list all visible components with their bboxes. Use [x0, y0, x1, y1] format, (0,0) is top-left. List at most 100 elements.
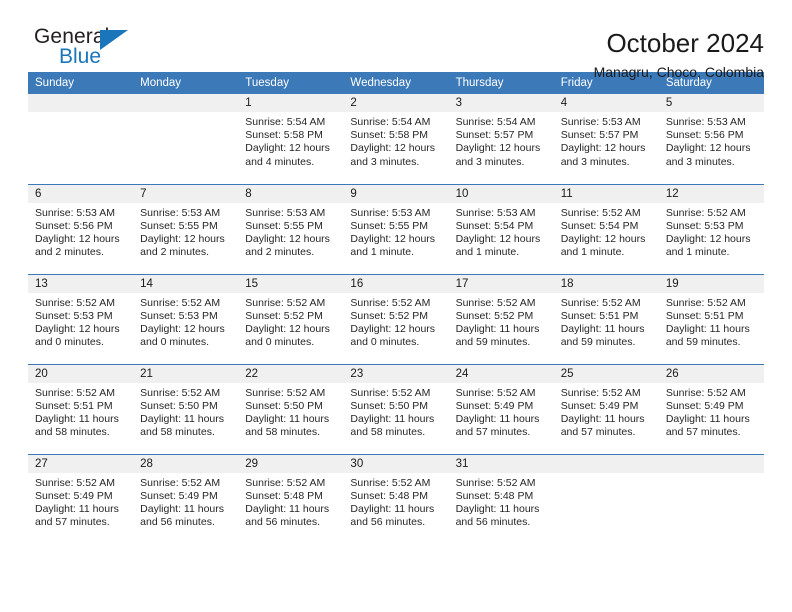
sunrise-time: Sunrise: 5:52 AM — [665, 296, 746, 309]
calendar-day-cell[interactable]: 16 Sunrise: 5:52 AM Sunset: 5:52 PM Dayligh… — [343, 273, 449, 364]
calendar-day-cell[interactable]: 3 Sunrise: 5:54 AM Sunset: 5:57 PM Daylight… — [448, 94, 554, 184]
daylight-duration-line1: Daylight: 11 hours — [560, 412, 645, 425]
calendar-day-cell[interactable]: 24 Sunrise: 5:52 AM Sunset: 5:49 PM Dayligh… — [448, 363, 554, 454]
daylight-duration-line2: and 58 minutes. — [245, 426, 320, 439]
daylight-duration-line2: and 57 minutes. — [35, 516, 110, 529]
calendar-day-cell[interactable]: 25 Sunrise: 5:52 AM Sunset: 5:49 PM Dayligh… — [553, 363, 659, 454]
day-number: 3 — [448, 94, 554, 112]
page-title: October 2024 — [606, 28, 764, 58]
day-cell-inner: 30 Sunrise: 5:52 AM Sunset: 5:48 PM Dayligh… — [343, 454, 449, 545]
title-block: October 2024 Managru, Choco, Colombia — [594, 26, 764, 82]
sunrise-time: Sunrise: 5:52 AM — [560, 206, 641, 219]
sunset-time: Sunset: 5:50 PM — [140, 399, 218, 412]
daylight-duration-line2: and 0 minutes. — [245, 336, 315, 349]
calendar-day-cell[interactable]: 19 Sunrise: 5:52 AM Sunset: 5:51 PM Dayligh… — [658, 273, 764, 364]
calendar-day-cell[interactable]: 7 Sunrise: 5:53 AM Sunset: 5:55 PM Daylight… — [133, 183, 239, 274]
calendar-day-cell[interactable]: 26 Sunrise: 5:52 AM Sunset: 5:49 PM Dayligh… — [658, 363, 764, 454]
daylight-duration-line1: Daylight: 12 hours — [455, 232, 541, 245]
day-number: 6 — [28, 184, 134, 203]
day-number: 24 — [448, 364, 554, 383]
sunrise-time: Sunrise: 5:53 AM — [35, 206, 115, 219]
calendar-day-cell[interactable]: 12 Sunrise: 5:52 AM Sunset: 5:53 PM Dayligh… — [658, 183, 764, 274]
day-cell-inner: 5 Sunrise: 5:53 AM Sunset: 5:56 PM Daylight… — [658, 94, 764, 184]
day-number: 30 — [343, 454, 449, 473]
daylight-duration-line2: and 3 minutes. — [455, 155, 525, 168]
day-number: 25 — [553, 364, 659, 383]
day-cell-inner: 22 Sunrise: 5:52 AM Sunset: 5:50 PM Dayligh… — [238, 364, 344, 454]
sunrise-time: Sunrise: 5:54 AM — [350, 116, 431, 128]
sunrise-time: Sunrise: 5:52 AM — [455, 386, 536, 399]
sunset-time: Sunset: 5:49 PM — [665, 399, 744, 412]
day-sun-info — [554, 473, 659, 477]
day-sun-info — [659, 473, 764, 477]
calendar-day-cell[interactable]: 17 Sunrise: 5:52 AM Sunset: 5:52 PM Dayligh… — [448, 273, 554, 364]
calendar-day-cell[interactable]: 27 Sunrise: 5:52 AM Sunset: 5:49 PM Dayligh… — [28, 453, 134, 544]
sunrise-time: Sunrise: 5:52 AM — [140, 476, 221, 489]
daylight-duration-line1: Daylight: 12 hours — [35, 322, 120, 335]
daylight-duration-line2: and 57 minutes. — [665, 426, 741, 439]
sunset-time: Sunset: 5:51 PM — [35, 399, 113, 412]
calendar-day-cell[interactable]: 1 Sunrise: 5:54 AM Sunset: 5:58 PM Daylight… — [238, 94, 344, 184]
sunset-time: Sunset: 5:48 PM — [350, 489, 429, 502]
calendar-day-cell[interactable]: 9 Sunrise: 5:53 AM Sunset: 5:55 PM Daylight… — [343, 183, 449, 274]
calendar-day-cell[interactable]: 6 Sunrise: 5:53 AM Sunset: 5:56 PM Daylight… — [28, 183, 134, 274]
weekday-header-sunday: Sunday — [28, 72, 134, 94]
day-cell-inner: 29 Sunrise: 5:52 AM Sunset: 5:48 PM Dayligh… — [238, 454, 344, 545]
day-number — [133, 94, 239, 112]
day-number: 27 — [28, 454, 134, 473]
calendar-day-cell[interactable]: 10 Sunrise: 5:53 AM Sunset: 5:54 PM Dayligh… — [448, 183, 554, 274]
weekday-header-monday: Monday — [133, 72, 239, 94]
daylight-duration-line1: Daylight: 12 hours — [560, 142, 646, 155]
calendar-day-cell[interactable]: 2 Sunrise: 5:54 AM Sunset: 5:58 PM Daylight… — [343, 94, 449, 184]
calendar-day-cell[interactable]: 29 Sunrise: 5:52 AM Sunset: 5:48 PM Dayligh… — [238, 453, 344, 545]
sunrise-time: Sunrise: 5:52 AM — [455, 296, 536, 309]
calendar-day-cell[interactable]: 13 Sunrise: 5:52 AM Sunset: 5:53 PM Dayligh… — [28, 273, 134, 364]
sunset-time: Sunset: 5:49 PM — [35, 489, 113, 502]
day-number: 4 — [553, 94, 659, 112]
calendar-day-cell[interactable]: 23 Sunrise: 5:52 AM Sunset: 5:50 PM Dayligh… — [343, 363, 449, 454]
sunset-time: Sunset: 5:57 PM — [455, 129, 534, 142]
calendar-day-cell[interactable]: 11 Sunrise: 5:52 AM Sunset: 5:54 PM Dayligh… — [553, 183, 659, 274]
day-cell-inner: 12 Sunrise: 5:52 AM Sunset: 5:53 PM Dayligh… — [658, 184, 764, 274]
day-number: 16 — [343, 274, 449, 293]
daylight-duration-line1: Daylight: 11 hours — [35, 412, 119, 425]
calendar-day-cell[interactable]: 22 Sunrise: 5:52 AM Sunset: 5:50 PM Dayligh… — [238, 363, 344, 454]
daylight-duration-line1: Daylight: 12 hours — [245, 322, 330, 335]
day-cell-inner: 10 Sunrise: 5:53 AM Sunset: 5:54 PM Dayligh… — [448, 184, 554, 274]
day-number: 22 — [238, 364, 344, 383]
day-cell-inner: 17 Sunrise: 5:52 AM Sunset: 5:52 PM Dayligh… — [448, 274, 554, 364]
day-cell-inner: 31 Sunrise: 5:52 AM Sunset: 5:48 PM Dayligh… — [448, 454, 554, 545]
sunrise-time: Sunrise: 5:54 AM — [455, 116, 536, 128]
general-blue-logo[interactable]: General Blue — [28, 26, 158, 72]
day-cell-inner: 9 Sunrise: 5:53 AM Sunset: 5:55 PM Daylight… — [343, 184, 449, 274]
calendar-day-cell[interactable]: 15 Sunrise: 5:52 AM Sunset: 5:52 PM Dayligh… — [238, 273, 344, 364]
daylight-duration-line1: Daylight: 12 hours — [245, 232, 330, 245]
sunset-time: Sunset: 5:53 PM — [35, 309, 113, 322]
sunset-time: Sunset: 5:48 PM — [245, 489, 323, 502]
day-number: 23 — [343, 364, 449, 383]
day-sun-info: Sunrise: 5:53 AM Sunset: 5:57 PM Daylight:… — [554, 112, 659, 169]
sunrise-time: Sunrise: 5:52 AM — [350, 386, 431, 399]
calendar-day-cell[interactable]: 5 Sunrise: 5:53 AM Sunset: 5:56 PM Daylight… — [658, 94, 764, 184]
calendar-day-cell[interactable]: 18 Sunrise: 5:52 AM Sunset: 5:51 PM Dayligh… — [553, 273, 659, 364]
day-sun-info: Sunrise: 5:52 AM Sunset: 5:52 PM Daylight:… — [449, 293, 554, 350]
daylight-duration-line2: and 58 minutes. — [140, 426, 215, 439]
calendar-day-cell[interactable]: 28 Sunrise: 5:52 AM Sunset: 5:49 PM Dayligh… — [133, 453, 239, 544]
day-cell-inner: 19 Sunrise: 5:52 AM Sunset: 5:51 PM Dayligh… — [658, 274, 764, 364]
calendar-day-cell[interactable]: 20 Sunrise: 5:52 AM Sunset: 5:51 PM Dayligh… — [28, 363, 134, 454]
day-sun-info: Sunrise: 5:52 AM Sunset: 5:51 PM Daylight:… — [28, 383, 133, 440]
day-cell-inner: 21 Sunrise: 5:52 AM Sunset: 5:50 PM Dayligh… — [133, 364, 239, 454]
sunrise-time: Sunrise: 5:52 AM — [560, 386, 641, 399]
calendar-day-cell[interactable]: 4 Sunrise: 5:53 AM Sunset: 5:57 PM Daylight… — [553, 94, 659, 184]
calendar-day-cell[interactable]: 8 Sunrise: 5:53 AM Sunset: 5:55 PM Daylight… — [238, 183, 344, 274]
calendar-day-cell[interactable]: 14 Sunrise: 5:52 AM Sunset: 5:53 PM Dayligh… — [133, 273, 239, 364]
daylight-duration-line1: Daylight: 12 hours — [455, 142, 541, 155]
triangle-icon — [100, 30, 128, 50]
calendar-day-cell[interactable]: 21 Sunrise: 5:52 AM Sunset: 5:50 PM Dayligh… — [133, 363, 239, 454]
calendar-day-cell[interactable]: 31 Sunrise: 5:52 AM Sunset: 5:48 PM Dayligh… — [448, 453, 554, 545]
daylight-duration-line2: and 56 minutes. — [140, 516, 215, 529]
calendar-day-cell[interactable]: 30 Sunrise: 5:52 AM Sunset: 5:48 PM Dayligh… — [343, 453, 449, 545]
day-cell-inner: 23 Sunrise: 5:52 AM Sunset: 5:50 PM Dayligh… — [343, 364, 449, 454]
calendar-week-row: 1 Sunrise: 5:54 AM Sunset: 5:58 PM Daylight… — [28, 94, 764, 184]
day-number: 28 — [133, 454, 239, 473]
